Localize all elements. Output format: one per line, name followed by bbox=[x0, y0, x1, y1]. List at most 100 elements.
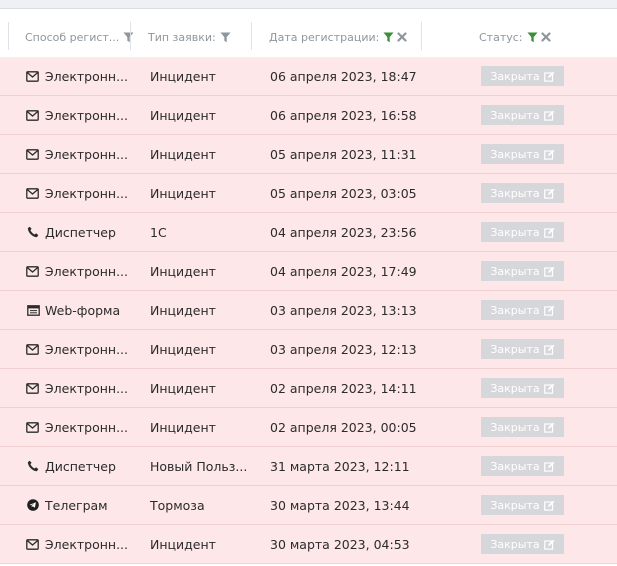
column-separator bbox=[251, 22, 252, 50]
edit-icon[interactable] bbox=[543, 344, 555, 355]
edit-icon[interactable] bbox=[543, 266, 555, 277]
envelope-icon bbox=[26, 148, 40, 160]
column-label: Статус: bbox=[479, 30, 523, 44]
request-type: Инцидент bbox=[150, 341, 216, 357]
column-header-method[interactable]: Способ регист... bbox=[25, 17, 134, 57]
status-badge[interactable]: Закрыта bbox=[481, 378, 564, 398]
filter-active-icon[interactable] bbox=[526, 31, 538, 43]
status-badge[interactable]: Закрыта bbox=[481, 261, 564, 281]
table-row[interactable]: Электронн... Инцидент 05 апреля 2023, 11… bbox=[0, 135, 617, 174]
registration-date: 03 апреля 2023, 13:13 bbox=[270, 302, 417, 318]
registration-method: Электронн... bbox=[44, 536, 128, 552]
status-badge[interactable]: Закрыта bbox=[481, 495, 564, 515]
registration-date: 02 апреля 2023, 14:11 bbox=[270, 380, 417, 396]
envelope-icon bbox=[26, 538, 40, 550]
status-badge[interactable]: Закрыта bbox=[481, 222, 564, 242]
column-header-status[interactable]: Статус: bbox=[479, 17, 551, 57]
status-badge[interactable]: Закрыта bbox=[481, 534, 564, 554]
edit-icon[interactable] bbox=[543, 422, 555, 433]
request-type-cell: Инцидент bbox=[150, 96, 250, 134]
status-badge[interactable]: Закрыта bbox=[481, 183, 564, 203]
filter-active-icon[interactable] bbox=[383, 31, 394, 43]
table-row[interactable]: Электронн... Инцидент 06 апреля 2023, 16… bbox=[0, 96, 617, 135]
table-row[interactable]: Диспетчер Новый Польз... 31 марта 2023, … bbox=[0, 447, 617, 486]
table-row[interactable]: Электронн... Инцидент 02 апреля 2023, 14… bbox=[0, 369, 617, 408]
registration-method: Электронн... bbox=[44, 68, 128, 84]
column-separator bbox=[8, 22, 9, 50]
registration-method: Электронн... bbox=[44, 107, 128, 123]
request-type-cell: Инцидент bbox=[150, 57, 250, 95]
registration-date: 30 марта 2023, 04:53 bbox=[270, 536, 410, 552]
registration-method-cell: Web-форма bbox=[26, 291, 128, 329]
edit-icon[interactable] bbox=[543, 383, 555, 394]
clear-filter-icon[interactable] bbox=[540, 32, 551, 42]
request-type-cell: Инцидент bbox=[150, 174, 250, 212]
envelope-icon bbox=[26, 70, 40, 82]
edit-icon[interactable] bbox=[543, 149, 555, 160]
phone-icon bbox=[26, 460, 40, 472]
registration-method-cell: Телеграм bbox=[26, 486, 128, 524]
edit-icon[interactable] bbox=[543, 305, 555, 316]
status-badge[interactable]: Закрыта bbox=[481, 66, 564, 86]
registration-date-cell: 30 марта 2023, 04:53 bbox=[270, 525, 410, 563]
clear-filter-icon[interactable] bbox=[397, 32, 407, 42]
status-label: Закрыта bbox=[490, 264, 540, 278]
status-label: Закрыта bbox=[490, 69, 540, 83]
registration-method-cell: Электронн... bbox=[26, 252, 128, 290]
request-type: Инцидент bbox=[150, 419, 216, 435]
registration-date: 06 апреля 2023, 18:47 bbox=[270, 68, 417, 84]
column-label: Дата регистрации: bbox=[269, 30, 380, 44]
registration-date-cell: 03 апреля 2023, 13:13 bbox=[270, 291, 417, 329]
filter-icon[interactable] bbox=[123, 31, 134, 43]
request-type: Инцидент bbox=[150, 185, 216, 201]
registration-date-cell: 05 апреля 2023, 03:05 bbox=[270, 174, 417, 212]
edit-icon[interactable] bbox=[543, 461, 555, 472]
table-row[interactable]: Телеграм Тормоза 30 марта 2023, 13:44 За… bbox=[0, 486, 617, 525]
envelope-icon bbox=[26, 343, 40, 355]
registration-date: 31 марта 2023, 12:11 bbox=[270, 458, 410, 474]
column-separator bbox=[421, 22, 422, 50]
table-row[interactable]: Диспетчер 1С 04 апреля 2023, 23:56 Закры… bbox=[0, 213, 617, 252]
filter-icon[interactable] bbox=[220, 31, 231, 43]
registration-date: 05 апреля 2023, 03:05 bbox=[270, 185, 417, 201]
registration-method-cell: Диспетчер bbox=[26, 213, 128, 251]
table-row[interactable]: Электронн... Инцидент 06 апреля 2023, 18… bbox=[0, 57, 617, 96]
registration-method: Электронн... bbox=[44, 380, 128, 396]
edit-icon[interactable] bbox=[543, 188, 555, 199]
status-badge[interactable]: Закрыта bbox=[481, 105, 564, 125]
status-label: Закрыта bbox=[490, 381, 540, 395]
status-label: Закрыта bbox=[490, 186, 540, 200]
ticket-table-body: Электронн... Инцидент 06 апреля 2023, 18… bbox=[0, 57, 617, 564]
table-row[interactable]: Электронн... Инцидент 04 апреля 2023, 17… bbox=[0, 252, 617, 291]
registration-method-cell: Электронн... bbox=[26, 57, 128, 95]
column-header-type[interactable]: Тип заявки: bbox=[148, 17, 231, 57]
table-row[interactable]: Web-форма Инцидент 03 апреля 2023, 13:13… bbox=[0, 291, 617, 330]
status-badge[interactable]: Закрыта bbox=[481, 456, 564, 476]
status-label: Закрыта bbox=[490, 108, 540, 122]
registration-method-cell: Диспетчер bbox=[26, 447, 128, 485]
table-row[interactable]: Электронн... Инцидент 03 апреля 2023, 12… bbox=[0, 330, 617, 369]
telegram-icon bbox=[26, 499, 40, 511]
column-header-date[interactable]: Дата регистрации: bbox=[269, 17, 407, 57]
table-row[interactable]: Электронн... Инцидент 05 апреля 2023, 03… bbox=[0, 174, 617, 213]
edit-icon[interactable] bbox=[543, 539, 555, 550]
status-badge[interactable]: Закрыта bbox=[481, 417, 564, 437]
request-type: 1С bbox=[150, 224, 167, 240]
status-badge[interactable]: Закрыта bbox=[481, 300, 564, 320]
status-label: Закрыта bbox=[490, 420, 540, 434]
edit-icon[interactable] bbox=[543, 500, 555, 511]
edit-icon[interactable] bbox=[543, 227, 555, 238]
status-badge[interactable]: Закрыта bbox=[481, 339, 564, 359]
edit-icon[interactable] bbox=[543, 71, 555, 82]
registration-method-cell: Электронн... bbox=[26, 174, 128, 212]
registration-date-cell: 02 апреля 2023, 14:11 bbox=[270, 369, 417, 407]
table-row[interactable]: Электронн... Инцидент 30 марта 2023, 04:… bbox=[0, 525, 617, 564]
registration-date-cell: 02 апреля 2023, 00:05 bbox=[270, 408, 417, 446]
status-label: Закрыта bbox=[490, 537, 540, 551]
request-type: Тормоза bbox=[150, 497, 205, 513]
table-row[interactable]: Электронн... Инцидент 02 апреля 2023, 00… bbox=[0, 408, 617, 447]
request-type: Инцидент bbox=[150, 107, 216, 123]
status-badge[interactable]: Закрыта bbox=[481, 144, 564, 164]
registration-date: 03 апреля 2023, 12:13 bbox=[270, 341, 417, 357]
edit-icon[interactable] bbox=[543, 110, 555, 121]
